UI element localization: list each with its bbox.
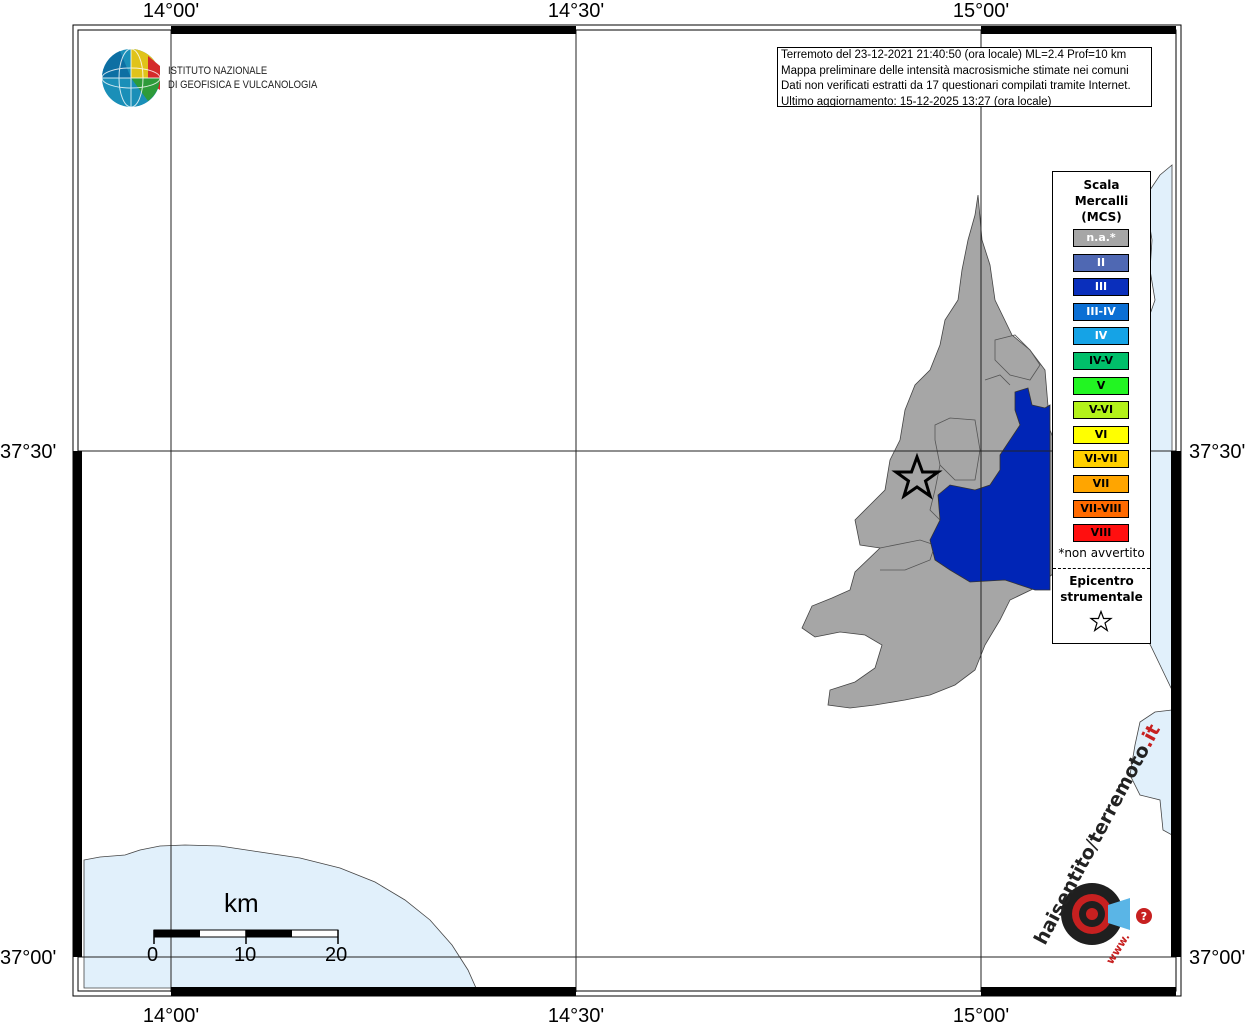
legend-item: IV-V [1073,351,1129,370]
lat-label-right-2: 37°00' [1189,947,1245,969]
ingv-logo-text: ISTITUTO NAZIONALE DI GEOFISICA E VULCAN… [168,64,317,92]
legend-epi-line2: strumentale [1060,590,1143,604]
legend-item: VII [1073,474,1129,493]
lat-label-right-1: 37°30' [1189,441,1245,463]
intensity-legend: Scala Mercalli (MCS) n.a.* II III III-IV IV I… [1052,171,1151,644]
lon-label-bottom-1: 14°00' [143,1005,199,1024]
legend-title-line1: Scala [1083,178,1120,192]
haisentito-logo-icon: ? haisentito/terremoto.it www. [1030,721,1165,967]
lon-label-bottom-3: 15°00' [953,1005,1009,1024]
legend-star-icon [1089,610,1113,632]
scale-label-10: 10 [234,944,257,966]
legend-item: VI-VII [1073,450,1129,469]
event-info-line2: Mappa preliminare delle intensità macros… [781,64,1129,77]
event-info-line1: Terremoto del 23-12-2021 21:40:50 (ora l… [781,49,1127,61]
lon-label-top-2: 14°30' [548,0,604,22]
scale-label-0: 0 [147,944,159,966]
legend-epi-line1: Epicentro [1069,574,1134,588]
lat-label-left-1: 37°30' [0,441,56,463]
legend-item: V [1073,376,1129,395]
lon-label-top-3: 15°00' [953,0,1009,22]
event-info-line4: Ultimo aggiornamento: 15-12-2025 13:27 (… [781,95,1052,107]
legend-item: III-IV [1073,302,1129,321]
legend-note: *non avvertito [1058,546,1145,560]
lon-label-top-1: 14°00' [143,0,199,22]
ingv-name-line2: DI GEOFISICA E VULCANOLOGIA [168,79,318,91]
ingv-name-line1: ISTITUTO NAZIONALE [168,65,268,77]
legend-item: II [1073,253,1129,272]
legend-title-line2: Mercalli [1074,194,1129,208]
legend-epicenter-label: Epicentro strumentale [1053,573,1150,605]
scale-unit: km [224,888,259,918]
legend-item: IV [1073,327,1129,346]
legend-item: VIII [1073,524,1129,543]
legend-item: V-VI [1073,401,1129,420]
legend-separator [1053,568,1150,569]
svg-text:?: ? [1141,910,1147,923]
event-info-box: Terremoto del 23-12-2021 21:40:50 (ora l… [777,47,1152,107]
legend-items: n.a.* II III III-IV IV IV-V V V-VI VI VI-VII VII VI… [1073,229,1129,549]
scale-label-20: 20 [325,944,348,966]
ingv-globe-icon [101,48,161,108]
lat-label-left-2: 37°00' [0,947,56,969]
legend-item: III [1073,278,1129,297]
legend-title: Scala Mercalli (MCS) [1053,177,1150,225]
legend-item: n.a.* [1073,229,1129,247]
legend-title-line3: (MCS) [1081,210,1122,224]
legend-item: VI [1073,425,1129,444]
legend-item: VII-VIII [1073,499,1129,518]
sea-south [83,844,477,989]
lon-label-bottom-2: 14°30' [548,1005,604,1024]
event-info-line3: Dati non verificati estratti da 17 quest… [781,80,1131,92]
